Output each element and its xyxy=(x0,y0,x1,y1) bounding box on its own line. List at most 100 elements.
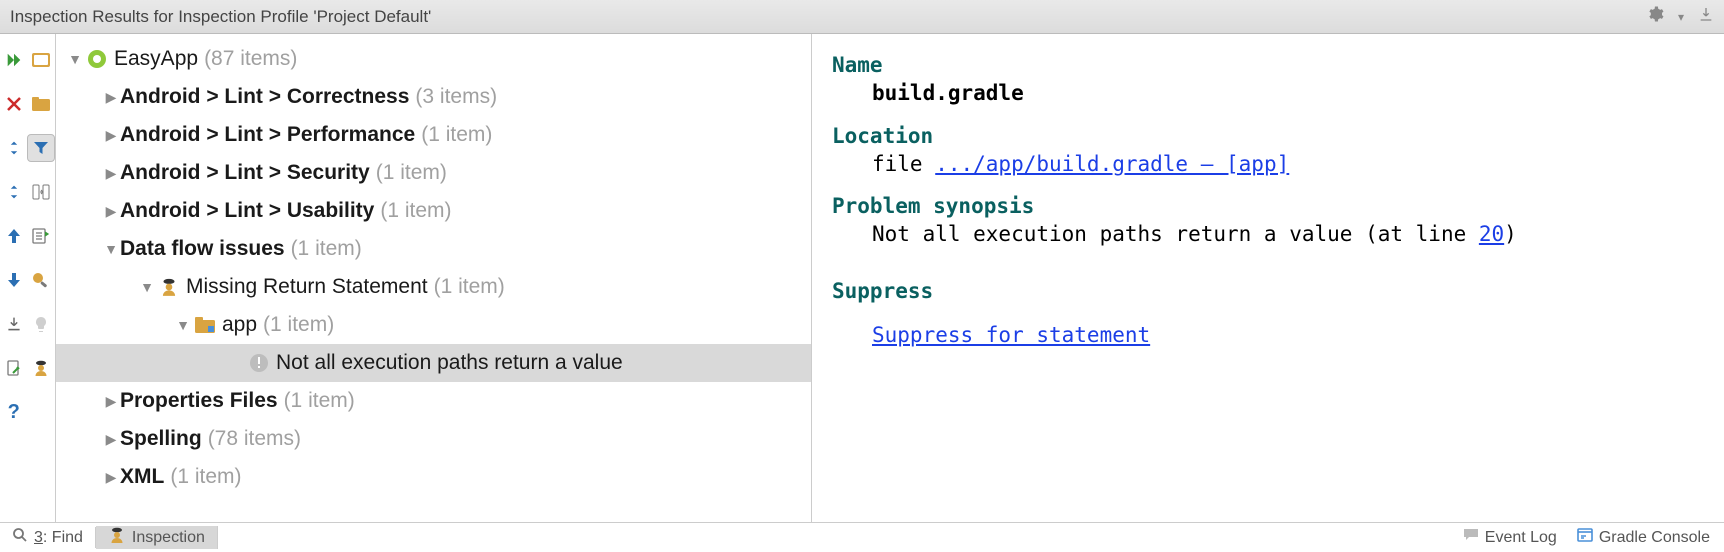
node-count: (1 item) xyxy=(376,161,447,185)
synopsis-line-link[interactable]: 20 xyxy=(1479,222,1504,246)
tree-node-performance[interactable]: ▶ Android > Lint > Performance (1 item) xyxy=(56,116,811,154)
inspection-detail: Name build.gradle Location file .../app/… xyxy=(812,34,1724,522)
collapse-all-icon[interactable] xyxy=(0,178,28,206)
node-count: (1 item) xyxy=(284,389,355,413)
inspection-label: Inspection xyxy=(132,529,205,547)
synopsis-text: Not all execution paths return a value (… xyxy=(872,222,1479,246)
main-area: ? ▼ EasyApp (87 items) ▶ xyxy=(0,34,1724,522)
rerun-icon[interactable] xyxy=(0,46,28,74)
synopsis-close: ) xyxy=(1504,222,1517,246)
tree-node-usability[interactable]: ▶ Android > Lint > Usability (1 item) xyxy=(56,192,811,230)
chevron-right-icon[interactable]: ▶ xyxy=(102,393,120,410)
node-label: Android > Lint > Performance xyxy=(120,123,415,147)
node-count: (1 item) xyxy=(421,123,492,147)
node-count: (1 item) xyxy=(380,199,451,223)
chevron-down-icon[interactable]: ▾ xyxy=(1678,10,1684,24)
section-suppress-head: Suppress xyxy=(832,278,1704,304)
node-label: Android > Lint > Correctness xyxy=(120,85,409,109)
node-label: app xyxy=(222,313,257,337)
group-by-directory-icon[interactable] xyxy=(27,90,55,118)
chevron-right-icon[interactable]: ▶ xyxy=(102,469,120,486)
warning-circle-icon xyxy=(246,353,272,373)
node-count: (78 items) xyxy=(208,427,301,451)
suppress-link[interactable]: Suppress for statement xyxy=(872,323,1150,347)
node-count: (1 item) xyxy=(170,465,241,489)
inspection-toolbar: ? xyxy=(0,34,56,522)
location-link[interactable]: .../app/build.gradle – [app] xyxy=(935,152,1289,176)
tree-leaf-selected[interactable]: Not all execution paths return a value xyxy=(56,344,811,382)
node-label: Spelling xyxy=(120,427,202,451)
filter-icon[interactable] xyxy=(27,134,55,162)
inspector-person-icon xyxy=(108,526,126,549)
inspector-person-icon[interactable] xyxy=(27,354,55,382)
node-label: Android > Lint > Usability xyxy=(120,199,374,223)
section-location-head: Location xyxy=(832,123,1704,149)
header-title: Inspection Results for Inspection Profil… xyxy=(10,7,1646,27)
node-label: Data flow issues xyxy=(120,237,285,261)
chevron-right-icon[interactable]: ▶ xyxy=(102,89,120,106)
highlight-icon[interactable] xyxy=(27,310,55,338)
tree-root[interactable]: ▼ EasyApp (87 items) xyxy=(56,40,811,78)
quickfix-icon[interactable] xyxy=(27,266,55,294)
tree-node-missing-return[interactable]: ▼ Missing Return Statement (1 item) xyxy=(56,268,811,306)
preview-icon[interactable] xyxy=(27,222,55,250)
search-icon xyxy=(12,527,28,548)
tree-node-dataflow[interactable]: ▼ Data flow issues (1 item) xyxy=(56,230,811,268)
status-inspection-tab[interactable]: Inspection xyxy=(96,526,218,549)
section-name-head: Name xyxy=(832,52,1704,78)
location-prefix: file xyxy=(872,152,935,176)
speech-bubble-icon xyxy=(1463,528,1479,547)
chevron-down-icon[interactable]: ▼ xyxy=(102,241,120,257)
tree-node-security[interactable]: ▶ Android > Lint > Security (1 item) xyxy=(56,154,811,192)
chevron-right-icon[interactable]: ▶ xyxy=(102,127,120,144)
inspection-tree[interactable]: ▼ EasyApp (87 items) ▶ Android > Lint > … xyxy=(56,34,812,522)
find-key: 3 xyxy=(34,529,43,546)
tree-node-properties[interactable]: ▶ Properties Files (1 item) xyxy=(56,382,811,420)
tree-node-xml[interactable]: ▶ XML (1 item) xyxy=(56,458,811,496)
gear-icon[interactable] xyxy=(1646,5,1664,28)
status-find-tab[interactable]: 3: Find xyxy=(0,527,96,548)
root-count: (87 items) xyxy=(204,47,297,71)
close-icon[interactable] xyxy=(0,90,28,118)
console-icon xyxy=(1577,528,1593,547)
help-icon[interactable]: ? xyxy=(0,398,28,426)
export-icon[interactable] xyxy=(0,310,28,338)
chevron-right-icon[interactable]: ▶ xyxy=(102,165,120,182)
node-count: (1 item) xyxy=(263,313,334,337)
expand-all-icon[interactable] xyxy=(0,134,28,162)
autoscroll-icon[interactable] xyxy=(27,178,55,206)
chevron-down-icon[interactable]: ▼ xyxy=(138,279,156,295)
find-label: : Find xyxy=(43,529,83,546)
node-label: XML xyxy=(120,465,164,489)
status-bar: 3: Find Inspection Event Log Gradle Cons… xyxy=(0,522,1724,552)
name-value: build.gradle xyxy=(872,81,1024,105)
download-icon[interactable] xyxy=(1698,6,1714,27)
node-count: (1 item) xyxy=(291,237,362,261)
node-count: (3 items) xyxy=(415,85,497,109)
tree-node-correctness[interactable]: ▶ Android > Lint > Correctness (3 items) xyxy=(56,78,811,116)
project-icon xyxy=(84,49,110,69)
tree-node-spelling[interactable]: ▶ Spelling (78 items) xyxy=(56,420,811,458)
chevron-right-icon[interactable]: ▶ xyxy=(102,431,120,448)
chevron-down-icon[interactable]: ▼ xyxy=(174,317,192,333)
node-label: Missing Return Statement xyxy=(186,275,428,299)
next-icon[interactable] xyxy=(0,266,28,294)
inspector-person-icon xyxy=(156,277,182,297)
previous-icon[interactable] xyxy=(0,222,28,250)
edit-settings-icon[interactable] xyxy=(0,354,28,382)
node-label: Android > Lint > Security xyxy=(120,161,370,185)
node-count: (1 item) xyxy=(434,275,505,299)
gradle-console-button[interactable]: Gradle Console xyxy=(1577,528,1710,547)
tree-node-app[interactable]: ▼ app (1 item) xyxy=(56,306,811,344)
chevron-down-icon[interactable]: ▼ xyxy=(66,51,84,67)
gradle-console-label: Gradle Console xyxy=(1599,529,1710,547)
chevron-right-icon[interactable]: ▶ xyxy=(102,203,120,220)
header-right-controls: ▾ xyxy=(1646,5,1714,28)
group-by-severity-icon[interactable] xyxy=(27,46,55,74)
node-label: Properties Files xyxy=(120,389,278,413)
leaf-label: Not all execution paths return a value xyxy=(276,351,623,375)
event-log-label: Event Log xyxy=(1485,529,1557,547)
folder-icon xyxy=(192,317,218,333)
root-label: EasyApp xyxy=(114,47,198,71)
event-log-button[interactable]: Event Log xyxy=(1463,528,1557,547)
